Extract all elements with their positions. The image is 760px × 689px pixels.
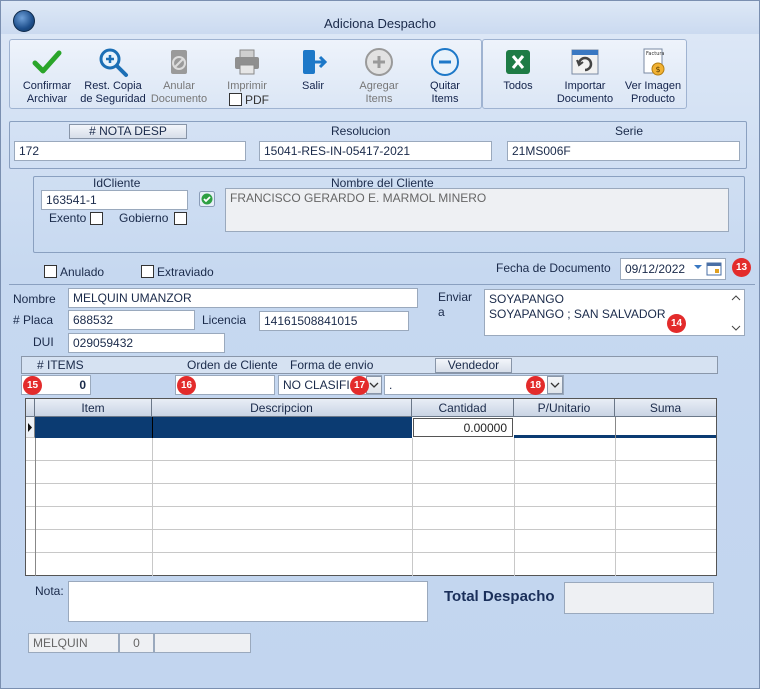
pdf-checkbox[interactable] [229, 93, 242, 106]
importar-documento-button[interactable]: Importar Documento [551, 40, 619, 108]
status-user: MELQUIN [28, 633, 119, 653]
anular-documento-button[interactable]: Anular Documento [146, 40, 212, 108]
magnifier-plus-icon [99, 48, 128, 77]
badge-17: 17 [350, 376, 369, 395]
fecha-dropdown-icon[interactable] [693, 263, 703, 271]
exento-label: Exento [49, 211, 87, 225]
grid-row-selected[interactable] [35, 417, 412, 438]
document-cancel-icon [171, 50, 187, 74]
serie-label: Serie [615, 124, 644, 138]
nota-field[interactable] [68, 581, 428, 622]
badge-15: 15 [23, 376, 42, 395]
separator [9, 284, 755, 285]
enviar-a-label: a [438, 305, 445, 319]
salir-button[interactable]: Salir [280, 40, 346, 108]
nombre-field[interactable]: MELQUIN UMANZOR [68, 288, 418, 308]
badge-18: 18 [526, 376, 545, 395]
confirmar-archivar-button[interactable]: Confirmar Archivar [14, 40, 80, 108]
licencia-label: Licencia [202, 313, 247, 327]
vendedor-label: Vendedor [435, 358, 512, 373]
window: Adiciona Despacho Confirmar Archivar Rest… [0, 0, 760, 689]
grid-row-indicator[interactable] [26, 417, 35, 438]
nota-desp-field[interactable]: 172 [14, 141, 246, 161]
gobierno-checkbox[interactable] [174, 212, 187, 225]
enviar-scrollbar[interactable] [731, 293, 741, 333]
todos-excel-button[interactable]: Todos [485, 40, 551, 108]
svg-text:$: $ [656, 65, 661, 74]
toolbar-main: Confirmar Archivar Rest. Copia de Segurida… [9, 39, 482, 109]
grid-cell-cantidad[interactable]: 0.00000 [413, 418, 513, 437]
nombre-cliente-field[interactable]: FRANCISCO GERARDO E. MARMOL MINERO [225, 188, 729, 232]
invoice-image-icon: Factura $ [643, 48, 665, 76]
calendar-icon[interactable] [706, 260, 722, 276]
enviar-a-field[interactable]: SOYAPANGO SOYAPANGO ; SAN SALVADOR [484, 289, 745, 336]
quitar-items-button[interactable]: Quitar Items [412, 40, 478, 108]
items-grid[interactable]: Item Descripcion Cantidad P/Unitario Sum… [25, 398, 717, 576]
grid-col-item[interactable]: Item [35, 399, 152, 417]
grid-col-suma[interactable]: Suma [615, 399, 716, 417]
remove-circle-icon [431, 48, 459, 76]
gobierno-label: Gobierno [119, 211, 169, 225]
grid-empty-rows[interactable] [26, 438, 716, 576]
check-icon [32, 50, 62, 74]
import-refresh-icon [571, 49, 599, 75]
anulado-label: Anulado [60, 265, 105, 279]
items-count-label: # ITEMS [37, 358, 84, 372]
status-extra [154, 633, 251, 653]
grid-divider [615, 417, 616, 438]
toolbar-export: Todos Importar Documento Factura $ Ver Ima… [482, 39, 687, 109]
placa-label: # Placa [13, 313, 54, 327]
anulado-checkbox[interactable] [44, 265, 57, 278]
add-circle-icon [365, 48, 393, 76]
orden-cliente-label: Orden de Cliente [187, 358, 278, 372]
invoice-mini-text: Factura [646, 51, 664, 57]
excel-icon [506, 50, 530, 74]
vendedor-dropdown-button[interactable] [547, 376, 563, 394]
enviar-line-1: SOYAPANGO [489, 292, 564, 306]
serie-field[interactable]: 21MS006F [507, 141, 740, 161]
nombre-label: Nombre [13, 292, 56, 306]
row-pointer-icon [28, 423, 32, 432]
status-count: 0 [119, 633, 154, 653]
nota-desp-label: # NOTA DESP [69, 124, 187, 139]
grid-row-header-corner [26, 399, 35, 417]
grid-col-descripcion[interactable]: Descripcion [152, 399, 412, 417]
badge-13: 13 [732, 258, 751, 277]
chevron-down-icon [369, 382, 379, 388]
title-bar: Adiciona Despacho [1, 1, 759, 34]
forma-envio-label: Forma de envio [290, 358, 374, 372]
window-title: Adiciona Despacho [323, 16, 437, 31]
nota-label: Nota: [35, 584, 64, 598]
exit-door-icon [303, 50, 328, 74]
idcliente-label: IdCliente [93, 176, 141, 190]
chevron-down-icon [550, 382, 560, 388]
grid-divider [152, 417, 153, 438]
pdf-label: PDF [245, 93, 269, 107]
badge-14: 14 [667, 314, 686, 333]
placa-field[interactable]: 688532 [68, 310, 195, 330]
exento-checkbox[interactable] [90, 212, 103, 225]
validate-cliente-icon[interactable] [199, 191, 215, 207]
enviar-label: Enviar [438, 290, 473, 304]
ver-imagen-producto-button[interactable]: Factura $ Ver Imagen Producto [619, 40, 687, 108]
badge-16: 16 [177, 376, 196, 395]
dui-label: DUI [33, 335, 54, 349]
agregar-items-button[interactable]: Agregar Items [346, 40, 412, 108]
extraviado-checkbox[interactable] [141, 265, 154, 278]
idcliente-field[interactable]: 163541-1 [41, 190, 188, 210]
licencia-field[interactable]: 14161508841015 [259, 311, 409, 331]
fecha-value: 09/12/2022 [625, 262, 686, 276]
total-despacho-label: Total Despacho [444, 588, 555, 605]
resolucion-field[interactable]: 15041-RES-IN-05417-2021 [259, 141, 492, 161]
grid-col-cantidad[interactable]: Cantidad [412, 399, 514, 417]
extraviado-label: Extraviado [157, 265, 214, 279]
fecha-label: Fecha de Documento [496, 261, 611, 275]
dui-field[interactable]: 029059432 [68, 333, 225, 353]
enviar-line-2: SOYAPANGO ; SAN SALVADOR [489, 307, 666, 321]
resolucion-label: Resolucion [331, 124, 391, 138]
restaurar-copia-button[interactable]: Rest. Copia de Seguridad [80, 40, 146, 108]
total-despacho-field [564, 582, 714, 614]
grid-col-punitario[interactable]: P/Unitario [514, 399, 615, 417]
printer-icon [235, 49, 259, 75]
